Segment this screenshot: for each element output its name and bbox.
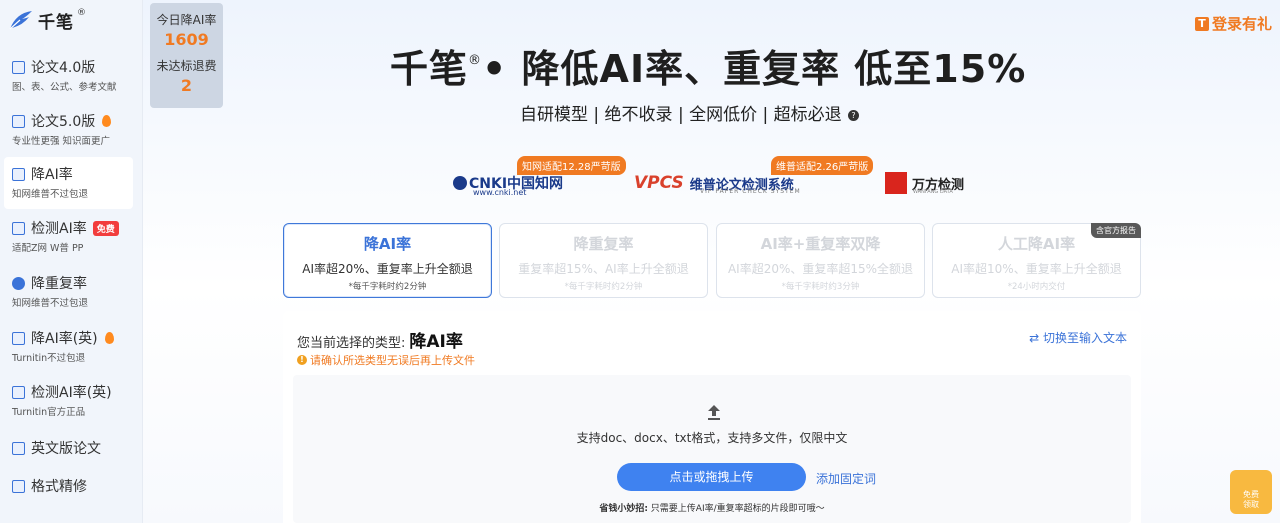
sidebar-item-sub: 适配Z网 W普 PP bbox=[12, 243, 84, 254]
refund-value: 2 bbox=[180, 76, 193, 95]
card-title: 降重复率 bbox=[573, 235, 634, 253]
format-icon bbox=[12, 479, 25, 493]
reduce-ai-icon bbox=[12, 331, 25, 345]
stats-card: 今日降AI率 1609 未达标退费 2 bbox=[150, 3, 223, 108]
supported-formats: 支持doc、docx、txt格式，支持多文件，仅限中文 bbox=[576, 431, 848, 445]
subline-text: 自研模型 | 绝不收录 | 全网低价 | 超标必退 bbox=[520, 105, 842, 125]
vpcs-logo: VPCS 维普论文检测系统 VIP PAPER CHECK SYSTEM bbox=[634, 168, 800, 198]
sidebar-item-english-paper[interactable]: 英文版论文 bbox=[12, 437, 101, 459]
type-warning: ! 请确认所选类型无误后再上传文件 bbox=[297, 352, 475, 368]
sidebar-item-label: 降AI率(英) bbox=[31, 331, 98, 347]
card-title: 降AI率 bbox=[363, 235, 412, 253]
document-icon bbox=[12, 114, 25, 128]
option-card-reduce-ai[interactable]: 降AI率 AI率超20%、重复率上升全额退 *每千字耗时约2分钟 bbox=[283, 223, 492, 298]
sidebar-item-paper-4[interactable]: 论文4.0版 图、表、公式、参考文献 bbox=[4, 50, 133, 102]
card-note: *每千字耗时约3分钟 bbox=[781, 282, 860, 292]
option-card-manual[interactable]: 含官方报告 人工降AI率 AI率超10%、重复率上升全额退 *24小时内交付 bbox=[932, 223, 1141, 298]
wanfang-en: WANFANG DATA bbox=[913, 189, 953, 195]
sidebar-item-detect-ai-en[interactable]: 检测AI率(英) Turnitin官方正品 bbox=[4, 375, 133, 427]
current-type-value: 降AI率 bbox=[409, 332, 463, 352]
sidebar-item-label: 降重复率 bbox=[31, 276, 87, 292]
sidebar-item-reduce-ai-en[interactable]: 降AI率(英) Turnitin不过包退 bbox=[4, 321, 133, 373]
detect-icon bbox=[12, 385, 25, 399]
card-desc: AI率超10%、重复率上升全额退 bbox=[951, 262, 1122, 276]
sidebar-item-paper-5[interactable]: 论文5.0版 专业性更强 知识面更广 bbox=[4, 104, 133, 156]
reduce-duplicate-icon bbox=[12, 276, 25, 290]
card-desc: AI率超20%、重复率上升全额退 bbox=[302, 262, 473, 276]
free-gift-widget[interactable]: 免费 领取 bbox=[1230, 470, 1272, 514]
sidebar-item-label: 英文版论文 bbox=[31, 441, 101, 457]
card-note: *每千字耗时约2分钟 bbox=[348, 282, 427, 292]
sidebar-item-reduce-dup[interactable]: 降重复率 知网维普不过包退 bbox=[4, 266, 133, 318]
wanfang-mark-icon bbox=[885, 172, 907, 194]
card-desc: AI率超20%、重复率超15%全额退 bbox=[727, 262, 914, 276]
refund-label: 未达标退费 bbox=[156, 59, 217, 73]
headline-brand: 千笔 bbox=[390, 47, 469, 91]
current-type-prefix: 您当前选择的类型: bbox=[297, 336, 406, 351]
book-icon bbox=[12, 441, 25, 455]
wanfang-logo: 万方检测 WANFANG DATA bbox=[885, 168, 964, 198]
today-value: 1609 bbox=[164, 30, 209, 49]
headline-rest: • 降低AI率、重复率 低至15% bbox=[482, 47, 1027, 91]
sidebar-item-reduce-ai[interactable]: 降AI率 知网维普不过包退 bbox=[4, 157, 133, 209]
file-drop-zone[interactable]: 支持doc、docx、txt格式，支持多文件，仅限中文 点击或拖拽上传 添加固定… bbox=[293, 375, 1131, 523]
option-card-reduce-dup[interactable]: 降重复率 重复率超15%、AI率上升全额退 *每千字耗时约2分钟 bbox=[499, 223, 708, 298]
page-subline: 自研模型 | 绝不收录 | 全网低价 | 超标必退 ? bbox=[520, 100, 860, 125]
cnki-logo: CNKI中国知网 www.cnki.net bbox=[453, 168, 563, 198]
hot-flame-icon bbox=[102, 115, 112, 127]
vpcs-mark: VPCS bbox=[634, 173, 684, 193]
cnki-url: www.cnki.net bbox=[473, 188, 527, 197]
logo-feather-icon bbox=[8, 9, 34, 31]
card-desc: 重复率超15%、AI率上升全额退 bbox=[518, 262, 689, 276]
official-report-badge: 含官方报告 bbox=[1091, 223, 1141, 238]
sidebar-item-sub: Turnitin官方正品 bbox=[12, 407, 86, 418]
upload-button[interactable]: 点击或拖拽上传 bbox=[617, 463, 806, 491]
free-badge: 免费 bbox=[92, 220, 119, 236]
gift-icon: T bbox=[1194, 16, 1209, 31]
brand-name: 千笔 bbox=[38, 12, 74, 33]
vpcs-en: VIP PAPER CHECK SYSTEM bbox=[700, 188, 801, 195]
sidebar-item-label: 论文4.0版 bbox=[31, 60, 96, 76]
login-button[interactable]: T 登录有礼 bbox=[1194, 13, 1272, 34]
tip-bold: 省钱小妙招: bbox=[599, 504, 648, 514]
switch-to-text-link[interactable]: ⇄ 切换至输入文本 bbox=[1029, 329, 1127, 346]
sidebar-item-detect-ai[interactable]: 检测AI率 免费 适配Z网 W普 PP bbox=[4, 211, 133, 263]
detect-icon bbox=[12, 221, 25, 235]
sidebar-item-format[interactable]: 格式精修 bbox=[12, 475, 87, 497]
sidebar-item-sub: 知网维普不过包退 bbox=[12, 298, 89, 309]
upload-icon bbox=[708, 405, 720, 420]
tip-text: 只需要上传AI率/重复率超标的片段即可哦～ bbox=[647, 504, 825, 514]
help-icon[interactable]: ? bbox=[848, 109, 860, 121]
current-type: 您当前选择的类型: 降AI率 bbox=[297, 327, 463, 352]
card-note: *24小时内交付 bbox=[1007, 282, 1066, 292]
card-title: AI率+重复率双降 bbox=[760, 235, 881, 253]
today-label: 今日降AI率 bbox=[156, 13, 217, 27]
sidebar-item-sub: 知网维普不过包退 bbox=[12, 189, 89, 200]
sidebar: 千笔 ® 论文4.0版 图、表、公式、参考文献 论文5.0版 专业性更强 知识面… bbox=[0, 0, 143, 523]
add-fixed-words-link[interactable]: 添加固定词 bbox=[816, 470, 876, 487]
warning-text: 请确认所选类型无误后再上传文件 bbox=[310, 354, 475, 367]
saving-tip: 省钱小妙招: 只需要上传AI率/重复率超标的片段即可哦～ bbox=[293, 501, 1131, 514]
sidebar-item-sub: Turnitin不过包退 bbox=[12, 353, 86, 364]
sidebar-item-sub: 图、表、公式、参考文献 bbox=[12, 82, 117, 93]
sidebar-item-label: 论文5.0版 bbox=[31, 114, 96, 130]
page-headline: 千笔®• 降低AI率、重复率 低至15% bbox=[390, 38, 1040, 93]
sidebar-item-label: 检测AI率 bbox=[31, 221, 87, 237]
upload-panel: 您当前选择的类型: 降AI率 ⇄ 切换至输入文本 ! 请确认所选类型无误后再上传文… bbox=[283, 311, 1141, 523]
sidebar-item-label: 降AI率 bbox=[31, 167, 73, 183]
sidebar-item-label: 检测AI率(英) bbox=[31, 385, 112, 401]
headline-reg: ® bbox=[468, 53, 483, 69]
option-card-double[interactable]: AI率+重复率双降 AI率超20%、重复率超15%全额退 *每千字耗时约3分钟 bbox=[716, 223, 925, 298]
document-icon bbox=[12, 60, 25, 74]
login-label: 登录有礼 bbox=[1211, 15, 1272, 33]
card-note: *每千字耗时约2分钟 bbox=[564, 282, 643, 292]
sidebar-item-label: 格式精修 bbox=[31, 479, 87, 495]
logo[interactable]: 千笔 ® bbox=[8, 8, 86, 33]
cnki-globe-icon bbox=[453, 176, 467, 190]
warning-icon: ! bbox=[297, 355, 307, 365]
reduce-ai-icon bbox=[12, 167, 25, 181]
hot-flame-icon bbox=[104, 332, 114, 344]
sidebar-item-sub: 专业性更强 知识面更广 bbox=[12, 136, 111, 147]
brand-reg: ® bbox=[77, 8, 86, 18]
